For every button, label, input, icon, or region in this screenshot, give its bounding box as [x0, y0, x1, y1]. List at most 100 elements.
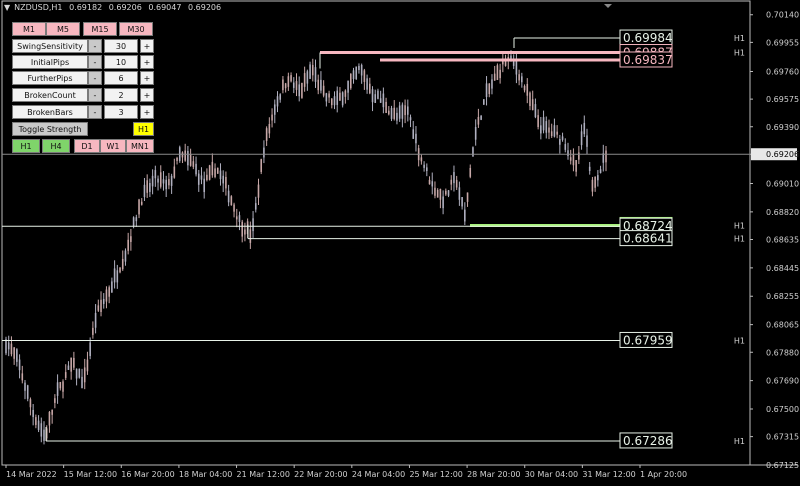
candle-body — [225, 176, 227, 189]
candle-body — [531, 99, 534, 111]
param-label-further-pips: FurtherPips — [12, 71, 88, 85]
candle-body — [200, 175, 203, 180]
further-pips-value[interactable]: 6 — [104, 71, 138, 85]
candle-body — [404, 105, 406, 116]
broken-count-minus-button[interactable]: - — [88, 88, 102, 102]
candle-body — [54, 398, 56, 403]
symbol-label: NZDUSD,H1 — [14, 3, 63, 12]
x-tick-label: 16 Mar 20:00 — [121, 470, 174, 479]
candle-body — [480, 115, 482, 120]
candle-body — [518, 74, 520, 81]
broken-bars-value[interactable]: 3 — [104, 105, 138, 119]
candle-body — [450, 179, 453, 185]
candle-body — [474, 127, 477, 140]
candle-body — [469, 167, 472, 177]
swing-sensitivity-plus-button[interactable]: + — [140, 39, 154, 53]
shift-marker-icon[interactable] — [604, 4, 612, 8]
candle-body — [496, 65, 499, 80]
candle-body — [214, 168, 216, 178]
candle-body — [21, 373, 24, 381]
collapse-triangle-icon[interactable]: ▼ — [4, 3, 10, 12]
candle-body — [165, 179, 167, 190]
broken-bars-minus-button[interactable]: - — [88, 105, 102, 119]
y-tick-label: 0.67690 — [766, 377, 799, 386]
initial-pips-value[interactable]: 10 — [104, 55, 138, 69]
y-tick-label: 0.68065 — [766, 321, 799, 330]
candle-body — [276, 96, 279, 107]
candle-body — [173, 166, 176, 178]
candle-body — [59, 382, 62, 389]
candle-body — [233, 204, 235, 212]
swing-sensitivity-minus-button[interactable]: - — [88, 39, 102, 53]
candle-body — [168, 179, 170, 186]
candle-body — [216, 167, 219, 174]
candle-body — [575, 160, 577, 172]
candle-body — [379, 98, 382, 103]
initial-pips-plus-button[interactable]: + — [140, 55, 154, 69]
toggle-strength-button[interactable]: Toggle Strength — [12, 122, 88, 136]
candle-body — [116, 270, 119, 283]
candle-body — [540, 125, 542, 134]
candle-body — [320, 79, 322, 91]
param-label-broken-bars: BrokenBars — [12, 105, 88, 119]
tf-button-m15[interactable]: M15 — [83, 22, 117, 36]
candle-body — [559, 139, 561, 145]
tf-button-m30[interactable]: M30 — [119, 22, 153, 36]
candle-body — [493, 73, 496, 81]
tf-button-mn1[interactable]: MN1 — [126, 139, 154, 153]
tf-button-m1[interactable]: M1 — [12, 22, 46, 36]
candle-body — [111, 281, 113, 293]
candle-body — [597, 175, 599, 181]
tf-button-d1[interactable]: D1 — [74, 139, 100, 153]
candle-body — [534, 104, 537, 118]
tf-button-m5[interactable]: M5 — [46, 22, 80, 36]
y-tick-label: 0.69955 — [766, 38, 799, 47]
candle-body — [254, 203, 257, 210]
tf-button-h1[interactable]: H1 — [12, 139, 40, 153]
candle-body — [515, 60, 518, 75]
candle-body — [138, 199, 140, 215]
y-tick-label: 0.67125 — [766, 461, 799, 470]
tf-button-w1[interactable]: W1 — [100, 139, 126, 153]
candle-body — [385, 101, 387, 114]
broken-bars-plus-button[interactable]: + — [140, 105, 154, 119]
candle-body — [154, 170, 157, 179]
candle-body — [252, 218, 254, 232]
candle-body — [599, 169, 602, 173]
candle-body — [62, 381, 64, 392]
candle-body — [113, 268, 116, 283]
candle-body — [238, 215, 241, 222]
chart-title-bar: ▼ NZDUSD,H1 0.69182 0.69206 0.69047 0.692… — [4, 3, 225, 12]
candle-body — [369, 83, 371, 94]
candle-body — [287, 76, 290, 87]
level-price-label: 0.68641 — [623, 232, 673, 246]
candle-body — [553, 125, 556, 137]
broken-count-value[interactable]: 2 — [104, 88, 138, 102]
swing-sensitivity-value[interactable]: 30 — [104, 39, 138, 53]
level-price-label: 0.69984 — [623, 31, 673, 45]
candle-body — [170, 175, 173, 186]
candle-body — [521, 76, 523, 83]
candle-body — [151, 175, 154, 187]
broken-count-plus-button[interactable]: + — [140, 88, 154, 102]
candle-body — [447, 190, 450, 196]
candle-body — [257, 184, 260, 198]
tf-button-h4[interactable]: H4 — [42, 139, 70, 153]
candle-body — [301, 83, 303, 98]
initial-pips-minus-button[interactable]: - — [88, 55, 102, 69]
candle-body — [382, 93, 385, 108]
candle-body — [37, 420, 40, 430]
candle-body — [569, 157, 572, 161]
further-pips-minus-button[interactable]: - — [88, 71, 102, 85]
candle-body — [398, 105, 401, 119]
candle-body — [491, 79, 493, 89]
candle-body — [16, 349, 18, 362]
further-pips-plus-button[interactable]: + — [140, 71, 154, 85]
candle-body — [244, 229, 246, 235]
candle-body — [105, 289, 108, 302]
toggle-strength-tf-button[interactable]: H1 — [133, 122, 154, 136]
candle-body — [588, 166, 591, 171]
level-tf-label: H1 — [734, 34, 745, 43]
candle-body — [83, 367, 86, 383]
candle-body — [314, 67, 317, 82]
